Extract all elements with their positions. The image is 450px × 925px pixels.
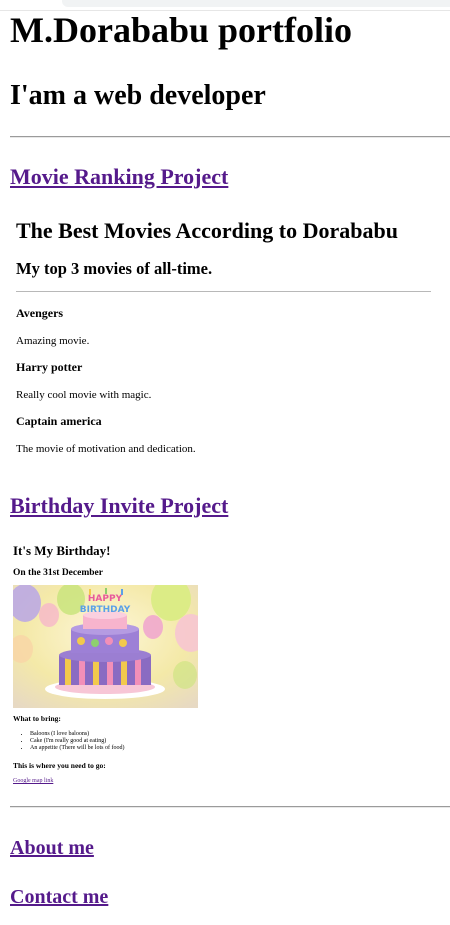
page-title: M.Dorababu portfolio [10, 10, 352, 50]
browser-tab-strip [62, 0, 450, 7]
list-item: Cake (I'm really good at eating) [30, 738, 124, 745]
movie-name: Captain america [16, 414, 102, 428]
birthday-title: It's My Birthday! [13, 543, 111, 558]
about-me-link[interactable]: About me [10, 836, 94, 860]
where-heading: This is where you need to go: [13, 761, 106, 770]
cake-topper-text: HAPPY [88, 594, 123, 604]
movie-description: Really cool movie with magic. [16, 389, 152, 401]
birthday-date: On the 31st December [13, 568, 103, 578]
list-item: An appetite (There will be lots of food) [30, 745, 124, 752]
movie-description: The movie of motivation and dedication. [16, 443, 196, 455]
map-link-container: Google map link [13, 777, 53, 785]
page-subtitle: I'am a web developer [10, 80, 266, 111]
movie-divider [16, 291, 431, 292]
movie-page-title: The Best Movies According to Dorababu [16, 218, 398, 243]
svg-text:BIRTHDAY: BIRTHDAY [80, 605, 131, 615]
list-item: Baloons (I love baloons) [30, 731, 124, 738]
movie-name: Avengers [16, 306, 64, 320]
movie-page-subtitle: My top 3 movies of all-time. [16, 259, 213, 278]
divider-top [10, 136, 450, 138]
google-map-link[interactable]: Google map link [13, 778, 53, 784]
bring-heading: What to bring: [13, 714, 61, 723]
divider-bottom [10, 806, 450, 808]
bring-list: Baloons (I love baloons) Cake (I'm reall… [22, 731, 124, 752]
birthday-invite-project-link[interactable]: Birthday Invite Project [10, 493, 228, 519]
contact-me-link[interactable]: Contact me [10, 885, 108, 909]
movie-description: Amazing movie. [16, 335, 90, 347]
birthday-cake-image: HAPPY BIRTHDAY [13, 585, 198, 708]
movie-ranking-project-link[interactable]: Movie Ranking Project [10, 164, 228, 190]
movie-name: Harry potter [16, 360, 83, 374]
